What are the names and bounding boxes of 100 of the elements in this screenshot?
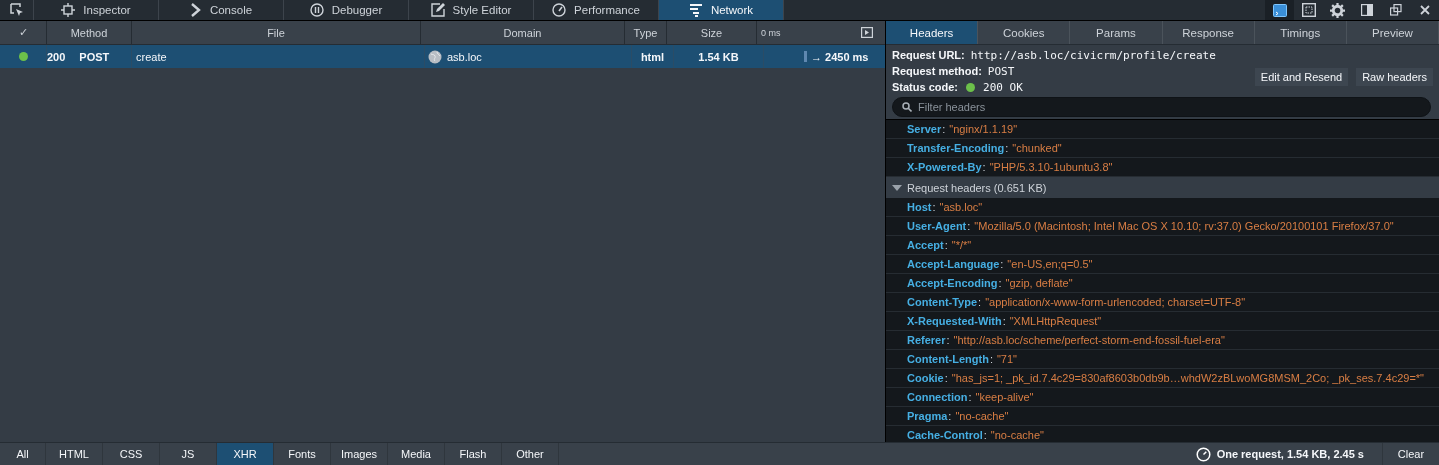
header-value: "no-cache" <box>990 429 1044 441</box>
filter-button[interactable]: XHR <box>217 443 274 465</box>
lines-icon <box>688 3 703 17</box>
details-tab[interactable]: Headers <box>886 21 979 44</box>
column-header[interactable]: Type <box>625 21 667 44</box>
tool-tab[interactable]: Debugger <box>284 0 409 20</box>
header-value: "71" <box>996 353 1017 365</box>
header-value: "no-cache" <box>955 410 1009 422</box>
header-value: "has_js=1; _pk_id.7.4c29=830af8603b0db9b…whdW2zBLwoMG8MSM_2Co; _pk_ses.7.4c29=*" <box>951 372 1424 384</box>
toggle-panel-icon[interactable] <box>861 27 873 38</box>
colon-separator: : <box>1002 315 1006 327</box>
field-label: Request URL: <box>892 49 965 61</box>
request-url: http://asb.loc/civicrm/profile/create <box>970 48 1216 62</box>
gauge-icon <box>552 3 567 17</box>
tool-tab[interactable]: Style Editor <box>409 0 534 20</box>
colon-separator: : <box>982 161 986 173</box>
request-summary: One request, 1.54 KB, 2.45 s <box>1216 448 1364 460</box>
column-header[interactable]: Size <box>667 21 757 44</box>
filter-button[interactable]: Images <box>331 443 388 465</box>
file-type: html <box>632 45 674 68</box>
filter-button[interactable]: CSS <box>103 443 160 465</box>
details-tab[interactable]: Timings <box>1254 21 1347 44</box>
filter-field[interactable]: Filter headers <box>892 97 1431 117</box>
header-value: "application/x-www-form-urlencoded; charset=UTF-8" <box>985 296 1246 308</box>
header-value: "keep-alive" <box>975 391 1034 403</box>
clear-button[interactable]: Clear <box>1383 443 1439 465</box>
column-header[interactable]: Domain <box>421 21 625 44</box>
status-value: 200 OK <box>983 80 1023 94</box>
timing-label: → 2450 ms <box>811 50 869 63</box>
header-value: "nginx/1.1.19" <box>949 123 1018 135</box>
colon-separator: : <box>944 372 948 384</box>
filter-button[interactable]: Fonts <box>274 443 331 465</box>
filter-button[interactable]: Media <box>388 443 445 465</box>
tool-tab[interactable]: Network <box>659 0 784 20</box>
request-method: POST <box>79 50 110 63</box>
header-action-button[interactable]: Edit and Resend <box>1254 68 1349 86</box>
timing-bar <box>804 51 807 62</box>
header-value: "asb.loc" <box>939 201 983 213</box>
edit-icon <box>430 3 445 17</box>
header-name: Referer <box>907 334 946 346</box>
column-header[interactable]: File <box>132 21 421 44</box>
header-name: Content-Type <box>907 296 978 308</box>
request-row[interactable]: 200 POST create asb.loc html 1.54 KB → 2450 ms <box>0 45 885 68</box>
header-name: Accept-Language <box>907 258 1000 270</box>
filter-button[interactable]: All <box>0 443 46 465</box>
header-name: Transfer-Encoding <box>907 142 1005 154</box>
colon-separator: : <box>978 296 982 308</box>
header-name: Cache-Control <box>907 429 983 441</box>
header-value: "gzip, deflate" <box>1005 277 1073 289</box>
status-code: 200 <box>47 50 66 63</box>
header-value: "chunked" <box>1012 142 1062 154</box>
colon-separator: : <box>942 123 946 135</box>
colon-separator: : <box>1005 142 1009 154</box>
details-tab[interactable]: Response <box>1162 21 1255 44</box>
filter-button[interactable]: Flash <box>445 443 502 465</box>
section-header[interactable]: Request headers (0.651 KB) <box>886 177 1439 198</box>
filter-button[interactable]: HTML <box>46 443 103 465</box>
header-value: "Mozilla/5.0 (Macintosh; Intel Mac OS X 10.10; rv:37.0) Gecko/20100101 Firefox/37.0" <box>974 220 1394 232</box>
crosshair-box-icon <box>61 3 76 17</box>
domain-name: asb.loc <box>447 50 482 63</box>
globe-icon <box>428 49 442 64</box>
terminal-icon[interactable] <box>1265 0 1294 20</box>
filter-button[interactable]: Other <box>502 443 559 465</box>
header-name: Accept <box>907 239 944 251</box>
colon-separator: : <box>983 429 987 441</box>
header-name: Accept-Encoding <box>907 277 998 289</box>
header-value: "http://asb.loc/scheme/perfect-storm-end-fossil-fuel-era" <box>953 334 1225 346</box>
colon-separator: : <box>946 334 950 346</box>
tool-tab[interactable]: Console <box>159 0 284 20</box>
file-size: 1.54 KB <box>674 45 764 68</box>
header-action-button[interactable]: Raw headers <box>1356 68 1433 86</box>
colon-separator: : <box>932 201 936 213</box>
details-tab[interactable]: Params <box>1070 21 1163 44</box>
details-tab[interactable]: Cookies <box>978 21 1071 44</box>
header-name: Cookie <box>907 372 944 384</box>
colon-separator: : <box>944 239 948 251</box>
column-header[interactable]: Method <box>47 21 132 44</box>
header-name: X-Powered-By <box>907 161 982 173</box>
header-value: "PHP/5.3.10-1ubuntu3.8" <box>989 161 1113 173</box>
colon-separator: : <box>989 353 993 365</box>
field-label: Status code: <box>892 81 958 93</box>
expanded-arrow-icon <box>892 183 902 192</box>
header-name: User-Agent <box>907 220 967 232</box>
header-name: Connection <box>907 391 968 403</box>
header-name: Server <box>907 123 942 135</box>
field-label: Request method: <box>892 65 982 77</box>
colon-separator: : <box>998 277 1002 289</box>
tool-tab[interactable]: Inspector <box>34 0 159 20</box>
header-value: "*/*" <box>951 239 972 251</box>
colon-separator: : <box>967 220 971 232</box>
colon-separator: : <box>968 391 972 403</box>
file-name: create <box>132 45 425 68</box>
header-name: Host <box>907 201 932 213</box>
header-value: "en-US,en;q=0.5" <box>1007 258 1093 270</box>
column-header[interactable]: ✓ <box>0 21 47 44</box>
header-value: "XMLHttpRequest" <box>1009 315 1102 327</box>
header-name: X-Requested-With <box>907 315 1002 327</box>
colon-separator: : <box>1000 258 1004 270</box>
details-tab[interactable]: Preview <box>1346 21 1439 44</box>
column-header[interactable]: 0 ms <box>757 21 885 44</box>
